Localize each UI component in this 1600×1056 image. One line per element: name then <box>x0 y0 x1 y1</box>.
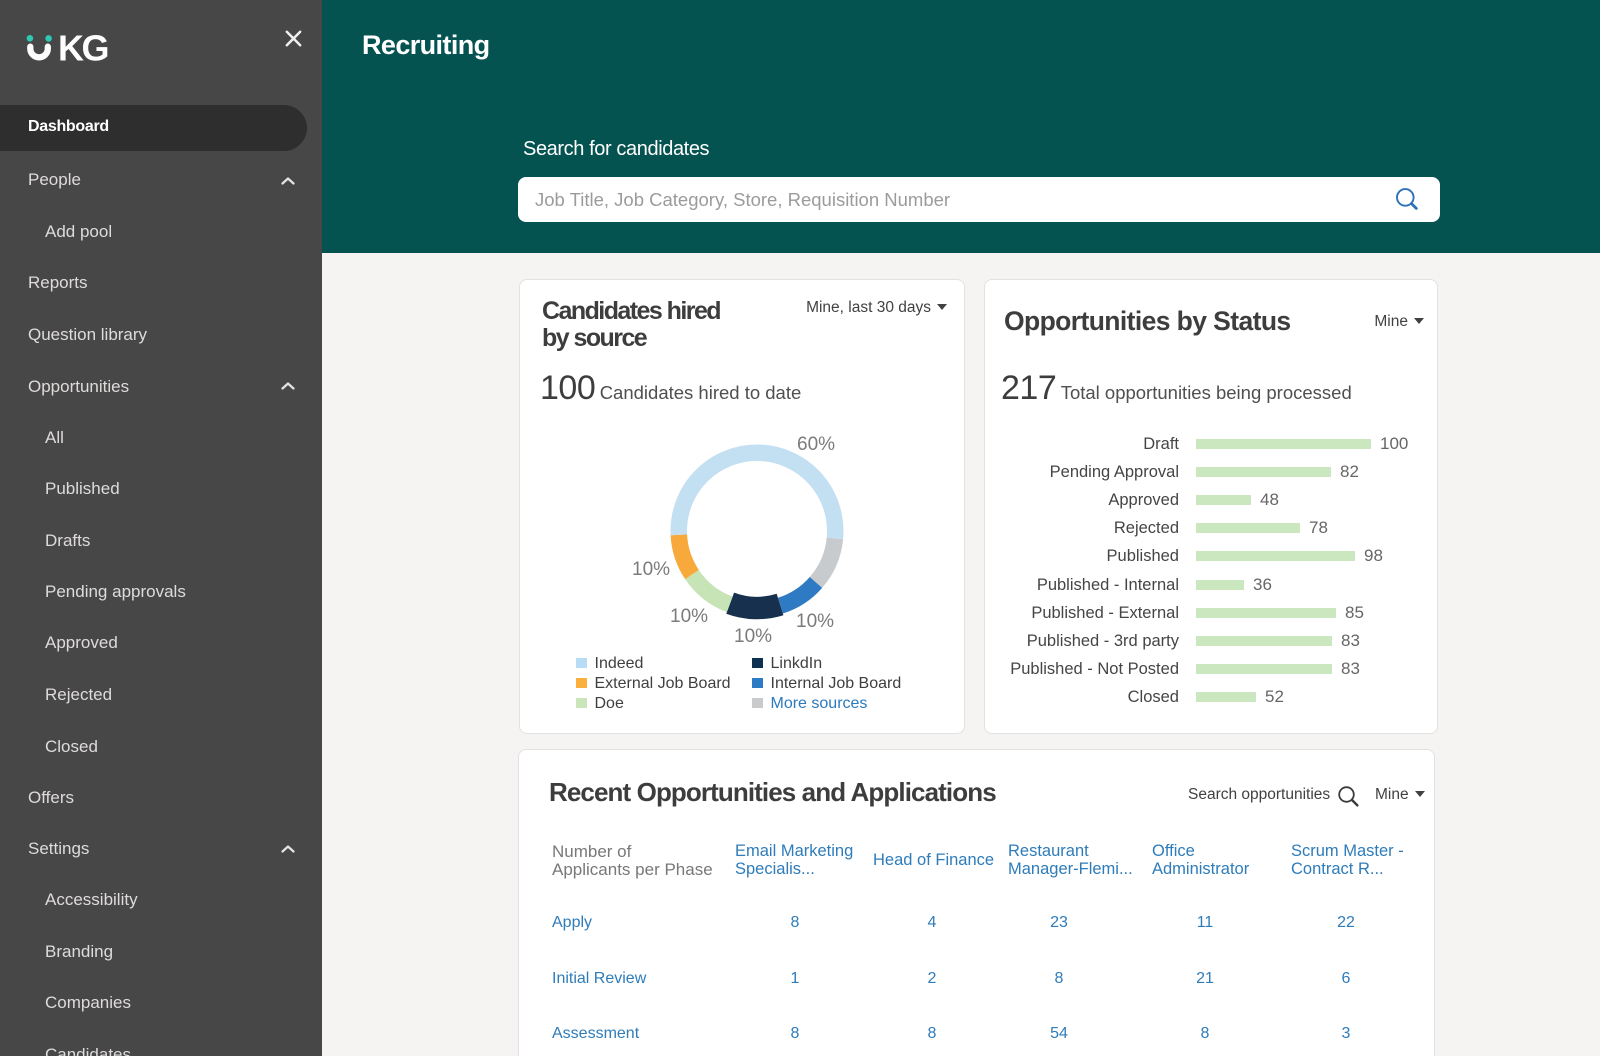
svg-text:KG: KG <box>58 28 107 68</box>
